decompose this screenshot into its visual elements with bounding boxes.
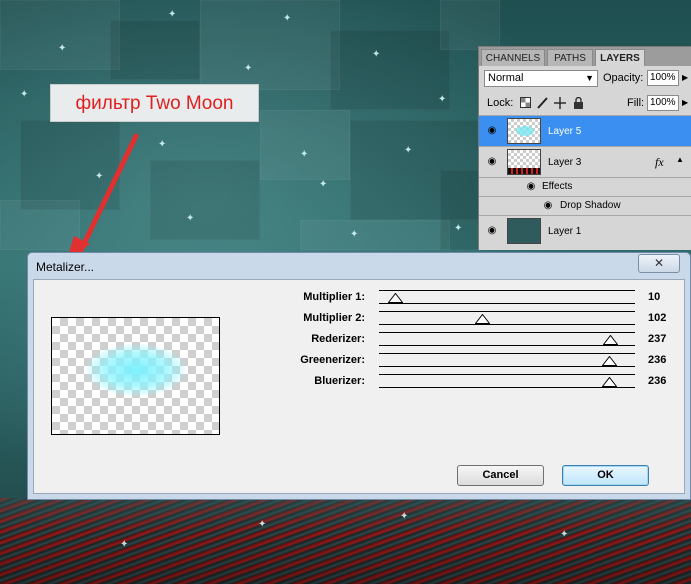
multiplier-2-slider[interactable] [379, 311, 635, 325]
background-tile [440, 0, 500, 50]
sparkle-icon: ✦ [244, 63, 253, 74]
layer-thumbnail [507, 149, 541, 175]
background-tile [150, 160, 260, 240]
preview-glow [86, 344, 186, 396]
background-tile [110, 20, 200, 80]
background-tile [20, 120, 120, 210]
layer-drop-shadow-row[interactable]: ◉ Drop Shadow [479, 196, 691, 215]
background-floor-shade [0, 498, 691, 584]
greenerizer-slider-thumb[interactable] [602, 356, 617, 366]
layer-name: Layer 1 [548, 226, 582, 237]
dialog-body: Multiplier 1: 10 Multiplier 2: 102 Reder… [33, 279, 685, 494]
sparkle-icon: ✦ [400, 511, 409, 522]
eye-icon[interactable]: ◉ [485, 156, 499, 168]
layer-row-layer-3[interactable]: ◉ Layer 3 fx ▲ [479, 146, 691, 177]
multiplier-1-slider[interactable] [379, 290, 635, 304]
sparkle-icon: ✦ [283, 13, 292, 24]
background-tile [0, 200, 80, 250]
layers-panel: CHANNELS PATHS LAYERS Normal ▼ Opacity: … [478, 46, 691, 250]
cancel-button[interactable]: Cancel [457, 465, 544, 486]
sparkle-icon: ✦ [120, 539, 129, 550]
background-tile [330, 30, 450, 110]
layer-thumbnail [507, 118, 541, 144]
multiplier-2-value: 102 [648, 312, 667, 324]
layer-name: Layer 3 [548, 157, 582, 168]
move-lock-icon[interactable] [554, 97, 566, 109]
effects-label: Effects [542, 181, 573, 192]
checker-lock-icon[interactable] [519, 97, 531, 109]
sparkle-icon: ✦ [186, 213, 195, 224]
dialog-title: Metalizer... [36, 260, 95, 274]
multiplier-1-label: Multiplier 1: [303, 291, 365, 303]
bluerizer-slider-thumb[interactable] [602, 377, 617, 387]
sparkle-icon: ✦ [158, 139, 167, 150]
chevron-down-icon: ▼ [585, 73, 594, 83]
sparkle-icon: ✦ [20, 89, 29, 100]
multiplier-1-slider-thumb[interactable] [388, 293, 403, 303]
close-icon: ✕ [653, 256, 665, 270]
blend-mode-select[interactable]: Normal ▼ [484, 70, 598, 87]
eye-icon[interactable]: ◉ [485, 125, 499, 137]
tab-layers[interactable]: LAYERS [595, 49, 645, 66]
background-tile [200, 0, 340, 90]
eye-icon[interactable]: ◉ [485, 225, 499, 237]
blend-mode-value: Normal [488, 72, 524, 84]
multiplier-2-slider-thumb[interactable] [475, 314, 490, 324]
lock-label: Lock: [487, 97, 514, 109]
layer-name: Layer 5 [548, 126, 582, 137]
greenerizer-label: Greenerizer: [300, 354, 365, 366]
multiplier-1-value: 10 [648, 291, 661, 303]
sparkle-icon: ✦ [560, 529, 569, 540]
ok-button[interactable]: OK [562, 465, 649, 486]
fill-input[interactable]: 100% [647, 95, 679, 111]
opacity-slider-arrow-icon[interactable]: ▶ [682, 70, 688, 86]
sparkle-icon: ✦ [58, 43, 67, 54]
layer-row-layer-5[interactable]: ◉ Layer 5 [479, 115, 691, 146]
metalizer-dialog: Metalizer... ✕ Multiplier 1: 10 Multipli… [27, 252, 691, 500]
opacity-label: Opacity: [603, 72, 644, 84]
tab-paths[interactable]: PATHS [547, 49, 593, 66]
sparkle-icon: ✦ [350, 229, 359, 240]
panel-tab-bar: CHANNELS PATHS LAYERS [479, 47, 691, 66]
layer-effects-row[interactable]: ◉ Effects [479, 177, 691, 196]
sparkle-icon: ✦ [372, 49, 381, 60]
expand-effects-icon[interactable]: ▲ [676, 155, 684, 164]
rederizer-slider-thumb[interactable] [603, 335, 618, 345]
bluerizer-label: Bluerizer: [314, 375, 365, 387]
sparkle-icon: ✦ [404, 145, 413, 156]
layer-thumbnail [507, 218, 541, 244]
brush-lock-icon[interactable] [536, 97, 548, 109]
background-tile [300, 220, 450, 250]
bluerizer-value: 236 [648, 375, 667, 387]
eye-icon[interactable]: ◉ [541, 200, 555, 212]
rederizer-slider[interactable] [379, 332, 635, 346]
annotation-label: фильтр Two Moon [50, 84, 259, 122]
bluerizer-slider[interactable] [379, 374, 635, 388]
sparkle-icon: ✦ [454, 223, 463, 234]
background-tile [440, 170, 480, 250]
fill-slider-arrow-icon[interactable]: ▶ [682, 95, 688, 111]
sparkle-icon: ✦ [438, 94, 447, 105]
fx-badge[interactable]: fx [655, 155, 664, 170]
layer-row-layer-1[interactable]: ◉ Layer 1 [479, 215, 691, 246]
drop-shadow-label: Drop Shadow [560, 200, 621, 211]
eye-icon[interactable]: ◉ [524, 181, 538, 193]
opacity-input[interactable]: 100% [647, 70, 679, 86]
greenerizer-value: 236 [648, 354, 667, 366]
sparkle-icon: ✦ [168, 9, 177, 20]
background-tile [0, 0, 120, 70]
rederizer-label: Rederizer: [311, 333, 365, 345]
greenerizer-slider[interactable] [379, 353, 635, 367]
multiplier-2-label: Multiplier 2: [303, 312, 365, 324]
fill-label: Fill: [627, 97, 645, 109]
sparkle-icon: ✦ [319, 179, 328, 190]
close-button[interactable]: ✕ [638, 254, 680, 273]
rederizer-value: 237 [648, 333, 667, 345]
sparkle-icon: ✦ [95, 171, 104, 182]
sparkle-icon: ✦ [258, 519, 267, 530]
tab-channels[interactable]: CHANNELS [481, 49, 545, 66]
padlock-icon[interactable] [572, 96, 584, 109]
background-tile [260, 110, 350, 180]
sparkle-icon: ✦ [300, 149, 309, 160]
